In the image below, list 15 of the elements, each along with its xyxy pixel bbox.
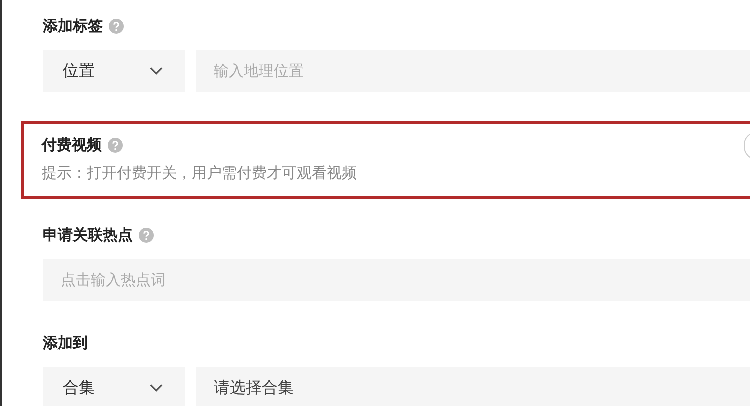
caret-icon (150, 384, 163, 392)
field-label: 添加标签 (43, 16, 103, 36)
location-dropdown[interactable]: 位置 (43, 50, 185, 92)
hotspot-input-field[interactable]: 点击输入热点词 (43, 259, 750, 301)
location-input-field[interactable]: 输入地理位置 (196, 50, 750, 92)
field-label: 付费视频 (42, 136, 102, 154)
caret-icon (150, 67, 163, 75)
help-icon[interactable] (139, 228, 154, 242)
collection-type-dropdown[interactable]: 合集 (43, 367, 185, 406)
field-label: 申请关联热点 (43, 226, 133, 244)
help-icon[interactable] (109, 18, 124, 34)
hint-text: 提示：打开付费开关，用户需付费才可观看视频 (42, 164, 358, 183)
field-label: 添加到 (43, 334, 88, 352)
collection-input-field[interactable]: 请选择合集 (196, 367, 750, 406)
help-icon[interactable] (108, 138, 123, 152)
